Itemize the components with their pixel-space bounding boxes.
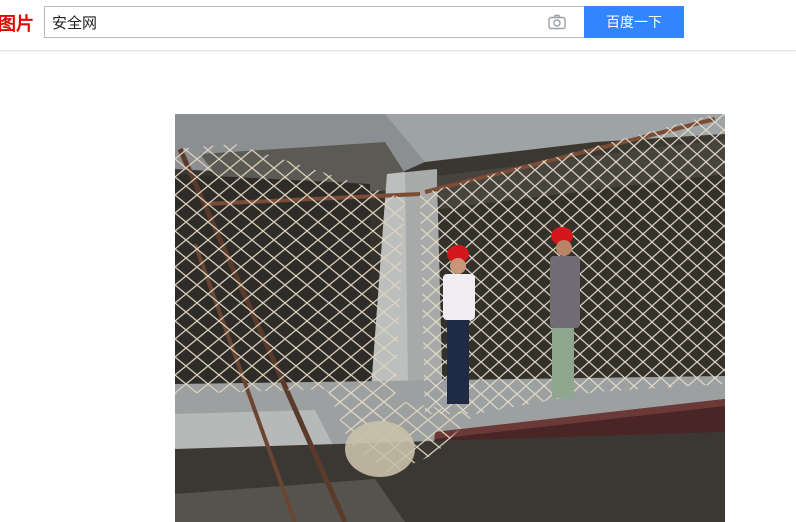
camera-icon[interactable] [548, 14, 566, 30]
search-input[interactable] [52, 7, 532, 37]
images-logo[interactable]: 图片 [0, 14, 34, 36]
search-button[interactable]: 百度一下 [584, 6, 684, 38]
safety-net-photo[interactable] [175, 114, 725, 522]
search-box [44, 6, 584, 38]
top-search-bar: 图片 百度一下 [0, 0, 796, 51]
